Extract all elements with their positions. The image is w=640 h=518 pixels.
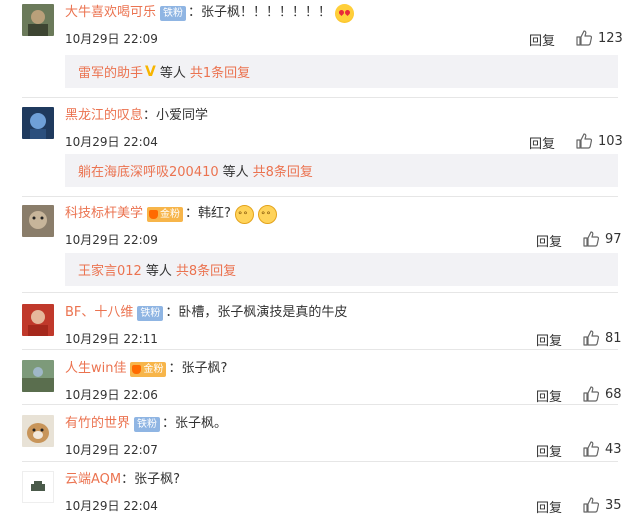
thumbs-up-icon [583, 386, 599, 402]
username[interactable]: 云端AQM [65, 470, 121, 490]
timestamp: 10月29日 22:06 [65, 388, 158, 402]
divider [22, 404, 618, 405]
like-button[interactable]: 81 [583, 328, 622, 348]
reply-mid: 等人 [159, 66, 186, 81]
like-button[interactable]: 35 [583, 495, 622, 515]
username[interactable]: 大牛喜欢喝可乐 [65, 3, 156, 23]
like-button[interactable]: 68 [583, 384, 622, 404]
fan-badge-label: 金粉 [143, 363, 164, 375]
comment-line: BF、十八维 铁粉 ：卧槽，张子枫演技是真的牛皮 [65, 302, 347, 324]
comment-line: 科技标杆美学 金粉 ：韩红? [65, 203, 277, 226]
comment-line: 有竹的世界 铁粉 ：张子枫。 [65, 413, 227, 435]
reply-button[interactable]: 回复 [529, 133, 555, 152]
like-count: 123 [598, 30, 623, 46]
username[interactable]: 科技标杆美学 [65, 204, 143, 224]
reply-user[interactable]: 躺在海底深呼吸200410 [78, 161, 219, 180]
like-button[interactable]: 123 [576, 28, 623, 48]
reply-count-link[interactable]: 共1条回复 [190, 62, 250, 81]
avatar[interactable] [22, 107, 54, 139]
avatar[interactable] [22, 360, 54, 392]
thumbs-up-icon [583, 231, 599, 247]
fan-badge-label: 金粉 [160, 208, 181, 220]
timestamp: 10月29日 22:11 [65, 332, 158, 346]
thumbs-up-icon [583, 330, 599, 346]
reply-button[interactable]: 回复 [536, 330, 562, 349]
timestamp: 10月29日 22:09 [65, 233, 158, 247]
reply-user[interactable]: 雷军的助手 [78, 62, 143, 81]
like-button[interactable]: 103 [576, 131, 623, 151]
comment-text: ：张子枫? [121, 472, 181, 487]
thumbs-up-icon [576, 30, 592, 46]
reply-summary[interactable]: 躺在海底深呼吸200410 等人 共8条回复 [65, 154, 618, 187]
avatar[interactable] [22, 415, 54, 447]
like-count: 103 [598, 133, 623, 149]
reply-summary[interactable]: 王家言012 等人 共8条回复 [65, 253, 618, 286]
thumbs-up-icon [576, 133, 592, 149]
reply-button[interactable]: 回复 [536, 231, 562, 250]
divider [22, 292, 618, 293]
fan-badge[interactable]: 金粉 [147, 206, 184, 222]
comment-text: ：小爱同学 [143, 108, 209, 123]
like-button[interactable]: 43 [583, 439, 622, 459]
timestamp: 10月29日 22:07 [65, 443, 158, 457]
reply-button[interactable]: 回复 [529, 30, 555, 49]
crown-icon [132, 364, 142, 374]
divider [22, 97, 618, 98]
crown-icon [149, 209, 159, 219]
fan-badge[interactable]: 金粉 [130, 361, 167, 377]
reply-count-link[interactable]: 共8条回复 [176, 260, 236, 279]
divider [22, 349, 618, 350]
timestamp: 10月29日 22:04 [65, 499, 158, 513]
divider [22, 461, 618, 462]
like-count: 97 [605, 231, 622, 247]
comment-line: 人生win佳 金粉 ：张子枫? [65, 358, 227, 380]
like-count: 81 [605, 330, 622, 346]
thumbs-up-icon [583, 497, 599, 513]
reply-user[interactable]: 王家言012 [78, 260, 142, 279]
avatar[interactable] [22, 304, 54, 336]
avatar[interactable] [22, 4, 54, 36]
cat-icon [234, 204, 254, 226]
fan-badge[interactable]: 铁粉 [160, 5, 187, 21]
username[interactable]: 有竹的世界 [65, 414, 130, 434]
username[interactable]: BF、十八维 [65, 303, 133, 323]
thumbs-up-icon [583, 441, 599, 457]
reply-button[interactable]: 回复 [536, 441, 562, 460]
timestamp: 10月29日 22:09 [65, 32, 158, 46]
fan-badge[interactable]: 铁粉 [137, 305, 164, 321]
reply-mid: 等人 [222, 165, 249, 180]
reply-count-link[interactable]: 共8条回复 [253, 161, 313, 180]
comment-line: 云端AQM ：张子枫? [65, 469, 180, 491]
reply-summary[interactable]: 雷军的助手 V 等人 共1条回复 [65, 55, 618, 88]
reply-mid: 等人 [145, 264, 172, 279]
comment-text: ：韩红? [185, 206, 231, 221]
username[interactable]: 人生win佳 [65, 359, 126, 379]
comment-text: ：张子枫? [168, 361, 228, 376]
like-count: 35 [605, 497, 622, 513]
cat-icon [257, 204, 277, 226]
reply-button[interactable]: 回复 [536, 386, 562, 405]
like-count: 68 [605, 386, 622, 402]
heart-eyes-icon [335, 3, 355, 23]
fan-badge[interactable]: 铁粉 [134, 416, 161, 432]
comment-text: ：张子枫。 [162, 416, 228, 431]
reply-button[interactable]: 回复 [536, 497, 562, 516]
like-count: 43 [605, 441, 622, 457]
divider [22, 196, 618, 197]
comment-line: 大牛喜欢喝可乐 铁粉 ：张子枫！！！！！！！ [65, 2, 355, 24]
comment-line: 黑龙江的叹息 ：小爱同学 [65, 105, 208, 127]
comment-text: ：卧槽，张子枫演技是真的牛皮 [165, 305, 348, 320]
username[interactable]: 黑龙江的叹息 [65, 106, 143, 126]
avatar[interactable] [22, 205, 54, 237]
verified-v-icon: V [145, 63, 156, 80]
comment-text: ：张子枫！！！！！！！ [188, 5, 332, 20]
timestamp: 10月29日 22:04 [65, 135, 158, 149]
avatar[interactable] [22, 471, 54, 503]
like-button[interactable]: 97 [583, 229, 622, 249]
